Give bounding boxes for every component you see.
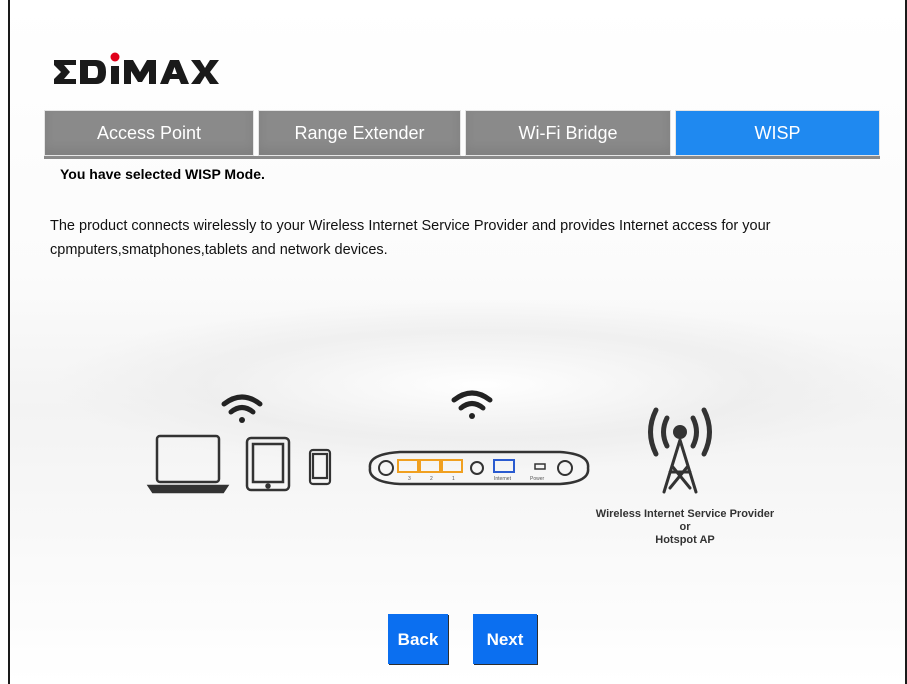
- tablet-icon: [245, 436, 291, 492]
- wisp-diagram: 3 2 1 Internet Power: [146, 390, 712, 494]
- isp-caption-line3: Hotspot AP: [655, 534, 715, 546]
- port-label-2: 2: [430, 476, 433, 482]
- next-button[interactable]: Next: [473, 614, 537, 664]
- port-label-internet: Internet: [494, 476, 512, 482]
- mode-description: The product connects wirelessly to your …: [50, 218, 771, 258]
- antenna-tower-icon: [648, 407, 712, 494]
- wifi-icon: [221, 394, 263, 423]
- router-icon: 3 2 1 Internet Power: [368, 450, 590, 486]
- tab-wifi-bridge[interactable]: Wi-Fi Bridge: [465, 110, 671, 156]
- isp-caption-line2: or: [679, 521, 691, 533]
- laptop-icon: [146, 434, 230, 494]
- port-label-power: Power: [530, 476, 545, 482]
- router-wifi-icon: [451, 390, 493, 419]
- mode-tabs: Access Point Range Extender Wi-Fi Bridge…: [44, 110, 880, 156]
- phone-icon: [308, 448, 332, 486]
- wizard-frame: [8, 0, 907, 684]
- back-button[interactable]: Back: [388, 614, 448, 664]
- tab-access-point[interactable]: Access Point: [44, 110, 254, 156]
- tab-underline: [44, 156, 880, 159]
- isp-caption: Wireless Internet Service Provider or Ho…: [560, 508, 810, 547]
- edimax-logo: [54, 52, 219, 84]
- tab-wisp[interactable]: WISP: [675, 110, 880, 156]
- port-label-3: 3: [408, 476, 411, 482]
- port-label-1: 1: [452, 476, 455, 482]
- tab-range-extender[interactable]: Range Extender: [258, 110, 461, 156]
- isp-caption-line1: Wireless Internet Service Provider: [595, 508, 775, 520]
- mode-heading: You have selected WISP Mode.: [60, 166, 265, 182]
